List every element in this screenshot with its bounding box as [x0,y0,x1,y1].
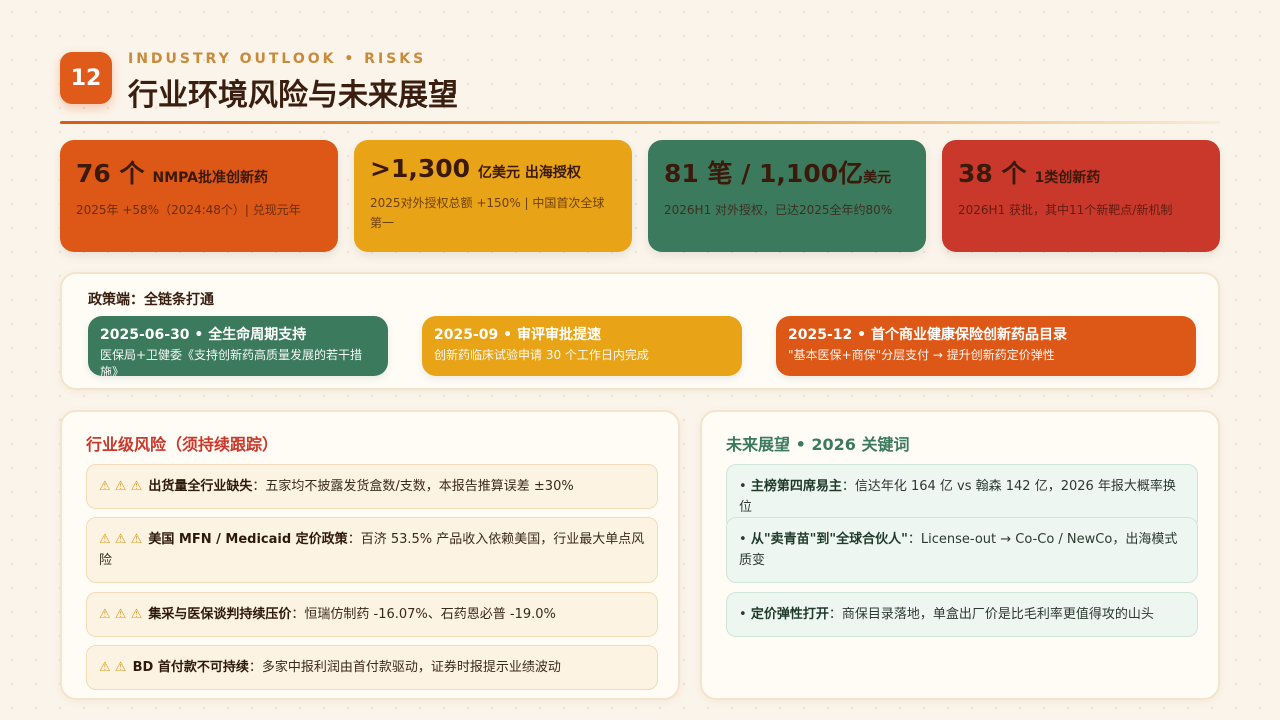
section-number-badge: 12 [60,52,112,104]
slide: 12 INDUSTRY OUTLOOK • RISKS 行业环境风险与未来展望 … [0,0,1280,720]
risk-item: ⚠ ⚠ ⚠ 集采与医保谈判持续压价：恒瑞仿制药 -16.07%、石药恩必普 -1… [86,592,658,637]
policy-item: 2025-12 • 首个商业健康保险创新药品目录 "基本医保+商保"分层支付 →… [776,316,1196,376]
stat-value: 76 个 [76,159,145,188]
policy-item: 2025-06-30 • 全生命周期支持 医保局+卫健委《支持创新药高质量发展的… [88,316,388,376]
policy-panel: 政策端：全链条打通 2025-06-30 • 全生命周期支持 医保局+卫健委《支… [60,272,1220,390]
risks-title: 行业级风险（须持续跟踪） [86,435,279,454]
stat-unit: NMPA批准创新药 [152,170,268,186]
outlook-item-head: 定价弹性打开 [750,607,829,622]
policy-item-head: 2025-06-30 • 全生命周期支持 [100,327,307,343]
page-title: 行业环境风险与未来展望 [128,78,458,113]
bullet-icon: • [739,532,751,547]
policy-item-head: 2025-09 • 审评审批提速 [434,327,601,343]
warning-icon: ⚠ ⚠ ⚠ [99,479,143,494]
policy-item-body: 医保局+卫健委《支持创新药高质量发展的若干措施》 [100,348,363,376]
stat-card-deals: 81 笔 / 1,100亿 美元 2026H1 对外授权，已达2025全年约80% [648,140,926,252]
stat-detail: 2026H1 对外授权，已达2025全年约80% [664,203,893,217]
outlook-panel: 未来展望 • 2026 关键词 • 主榜第四席易主：信达年化 164 亿 vs … [700,410,1220,700]
bullet-icon: • [739,607,751,622]
stat-value: >1,300 [370,154,471,183]
risk-item-text: ：恒瑞仿制药 -16.07%、石药恩必普 -19.0% [291,607,556,622]
header-divider [60,121,1220,124]
stat-value: 38 个 [958,159,1027,188]
risk-item-text: ：五家均不披露发货盒数/支数，本报告推算误差 ±30% [252,479,574,494]
outlook-item-text: ：商保目录落地，单盒出厂价是比毛利率更值得攻的山头 [828,607,1154,622]
outlook-item-head: 主榜第四席易主 [750,479,842,494]
policy-item-body: "基本医保+商保"分层支付 → 提升创新药定价弹性 [788,348,1055,362]
risk-item: ⚠ ⚠ ⚠ 出货量全行业缺失：五家均不披露发货盒数/支数，本报告推算误差 ±30… [86,464,658,509]
stat-card-approvals: 76 个 NMPA批准创新药 2025年 +58%（2024:48个）| 兑现元年 [60,140,338,252]
policy-item-head: 2025-12 • 首个商业健康保险创新药品目录 [788,327,1067,343]
stat-unit: 美元 [863,170,892,186]
stat-unit: 1类创新药 [1034,170,1101,186]
risks-panel: 行业级风险（须持续跟踪） ⚠ ⚠ ⚠ 出货量全行业缺失：五家均不披露发货盒数/支… [60,410,680,700]
policy-item-body: 创新药临床试验申请 30 个工作日内完成 [434,348,649,362]
risk-item-head: BD 首付款不可持续 [132,660,249,675]
stat-card-licensing: >1,300 亿美元 出海授权 2025对外授权总额 +150% | 中国首次全球… [354,140,632,252]
outlook-item: • 定价弹性打开：商保目录落地，单盒出厂价是比毛利率更值得攻的山头 [726,592,1198,637]
section-kicker: INDUSTRY OUTLOOK • RISKS [128,51,427,67]
stat-unit: 亿美元 出海授权 [478,165,581,181]
policy-title: 政策端：全链条打通 [88,292,214,308]
bullet-icon: • [739,479,751,494]
policy-item: 2025-09 • 审评审批提速 创新药临床试验申请 30 个工作日内完成 [422,316,742,376]
warning-icon: ⚠ ⚠ [99,660,127,675]
stat-detail: 2025对外授权总额 +150% | 中国首次全球第一 [370,196,605,230]
outlook-item: • 从"卖青苗"到"全球合伙人"：License-out → Co-Co / N… [726,517,1198,583]
risk-item-head: 集采与医保谈判持续压价 [148,607,292,622]
warning-icon: ⚠ ⚠ ⚠ [99,532,143,547]
outlook-title: 未来展望 • 2026 关键词 [726,435,910,454]
stat-detail: 2025年 +58%（2024:48个）| 兑现元年 [76,203,301,217]
outlook-item-head: 从"卖青苗"到"全球合伙人" [750,532,908,547]
risk-item: ⚠ ⚠ ⚠ 美国 MFN / Medicaid 定价政策：百济 53.5% 产品… [86,517,658,583]
warning-icon: ⚠ ⚠ ⚠ [99,607,143,622]
risk-item: ⚠ ⚠ BD 首付款不可持续：多家中报利润由首付款驱动，证券时报提示业绩波动 [86,645,658,690]
stat-value: 81 笔 / 1,100亿 [664,159,864,188]
risk-item-text: ：多家中报利润由首付款驱动，证券时报提示业绩波动 [248,660,561,675]
risk-item-head: 美国 MFN / Medicaid 定价政策 [148,532,348,547]
risk-item-head: 出货量全行业缺失 [148,479,253,494]
stat-card-class1: 38 个 1类创新药 2026H1 获批，其中11个新靶点/新机制 [942,140,1220,252]
stat-detail: 2026H1 获批，其中11个新靶点/新机制 [958,203,1173,217]
